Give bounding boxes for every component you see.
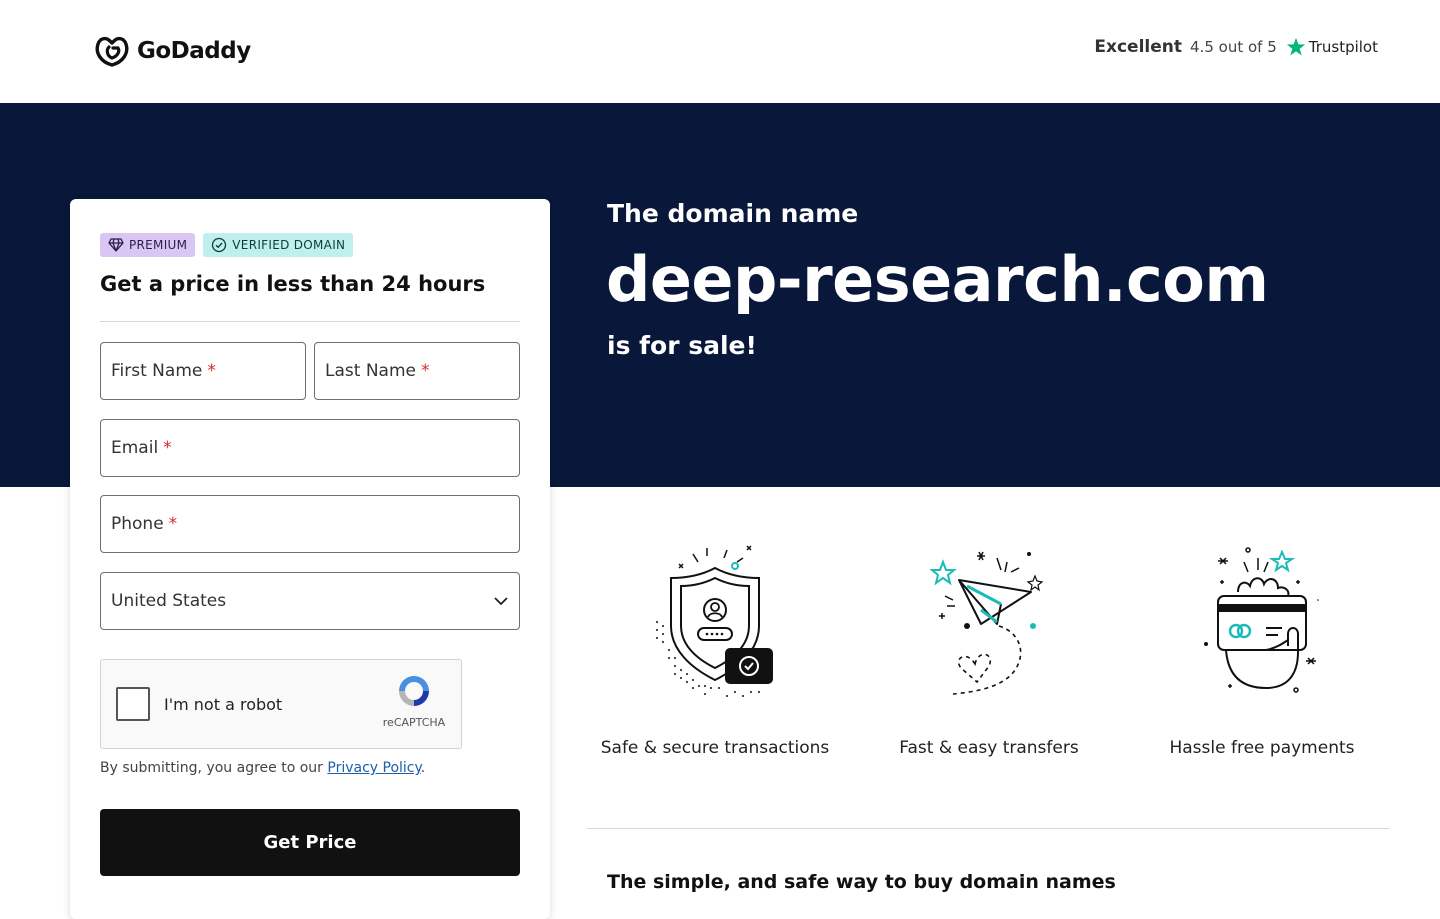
required-marker: *	[207, 361, 216, 381]
recaptcha-brand: reCAPTCHA	[382, 716, 446, 729]
check-circle-icon	[212, 237, 227, 253]
feature-label: Fast & easy transfers	[899, 738, 1079, 758]
required-marker: *	[420, 361, 430, 381]
section-title: The simple, and safe way to buy domain n…	[607, 871, 1116, 893]
trustpilot-star-icon	[1286, 37, 1305, 56]
email-placeholder: Email	[111, 438, 159, 458]
trustpilot-brand-text: Trustpilot	[1308, 38, 1378, 56]
logo-wordmark: GoDaddy	[137, 38, 251, 64]
recaptcha-icon	[399, 676, 429, 706]
get-price-button[interactable]: Get Price	[100, 809, 520, 876]
premium-badge: PREMIUM	[100, 233, 196, 257]
site-header: GoDaddy Excellent 4.5 out of 5 Trustpilo…	[0, 0, 1440, 103]
required-marker: *	[168, 514, 178, 534]
feature-hassle-free-payments: Hassle free payments	[1142, 540, 1382, 758]
feature-label: Safe & secure transactions	[600, 738, 830, 758]
email-field[interactable]: Email *	[100, 419, 520, 477]
feature-fast-transfers: Fast & easy transfers	[869, 540, 1109, 758]
first-name-field[interactable]: First Name *	[100, 342, 306, 400]
verified-badge-label: VERIFIED DOMAIN	[232, 238, 346, 252]
badge-row: PREMIUM VERIFIED DOMAIN	[100, 233, 354, 257]
premium-badge-label: PREMIUM	[129, 238, 188, 252]
agreement-prefix: By submitting, you agree to our	[100, 760, 323, 776]
agreement-text: By submitting, you agree to our Privacy …	[100, 760, 425, 776]
hero-domain-name: deep-research.com	[606, 243, 1269, 316]
first-name-placeholder: First Name	[111, 361, 203, 381]
shield-icon	[656, 545, 773, 697]
price-request-form: PREMIUM VERIFIED DOMAIN Get a price in l…	[70, 199, 550, 919]
last-name-placeholder: Last Name	[325, 361, 416, 381]
godaddy-logo-icon	[95, 36, 129, 67]
phone-placeholder: Phone	[111, 514, 164, 534]
verified-domain-badge: VERIFIED DOMAIN	[203, 233, 354, 257]
hero-post-text: is for sale!	[607, 331, 757, 360]
trustpilot-brand: Trustpilot	[1285, 36, 1378, 58]
trust-score: 4.5 out of 5	[1190, 38, 1277, 56]
recaptcha-widget: I'm not a robot reCAPTCHA	[100, 659, 462, 749]
last-name-field[interactable]: Last Name *	[314, 342, 520, 400]
trust-rating-word: Excellent	[1094, 37, 1183, 57]
form-title: Get a price in less than 24 hours	[100, 272, 486, 296]
godaddy-logo[interactable]: GoDaddy	[93, 34, 251, 68]
phone-field[interactable]: Phone *	[100, 495, 520, 553]
privacy-policy-link[interactable]: Privacy Policy	[327, 760, 420, 776]
diamond-icon	[108, 238, 124, 252]
hero-pre-text: The domain name	[607, 199, 859, 228]
card-payment-icon	[1204, 547, 1319, 693]
recaptcha-checkbox[interactable]	[116, 687, 150, 721]
recaptcha-label: I'm not a robot	[164, 695, 283, 714]
feature-label: Hassle free payments	[1169, 738, 1355, 758]
paper-plane-icon	[929, 551, 1044, 695]
trustpilot-rating[interactable]: Excellent 4.5 out of 5 Trustpilot	[1094, 36, 1378, 58]
feature-safe-secure: Safe & secure transactions	[595, 540, 835, 758]
required-marker: *	[163, 438, 172, 458]
form-divider	[100, 321, 520, 322]
country-select[interactable]: United States	[100, 572, 520, 630]
section-divider	[587, 828, 1390, 829]
chevron-down-icon	[494, 597, 508, 606]
country-selected-value: United States	[111, 591, 227, 611]
recaptcha-logo: reCAPTCHA	[381, 672, 447, 729]
agreement-suffix: .	[420, 760, 426, 776]
